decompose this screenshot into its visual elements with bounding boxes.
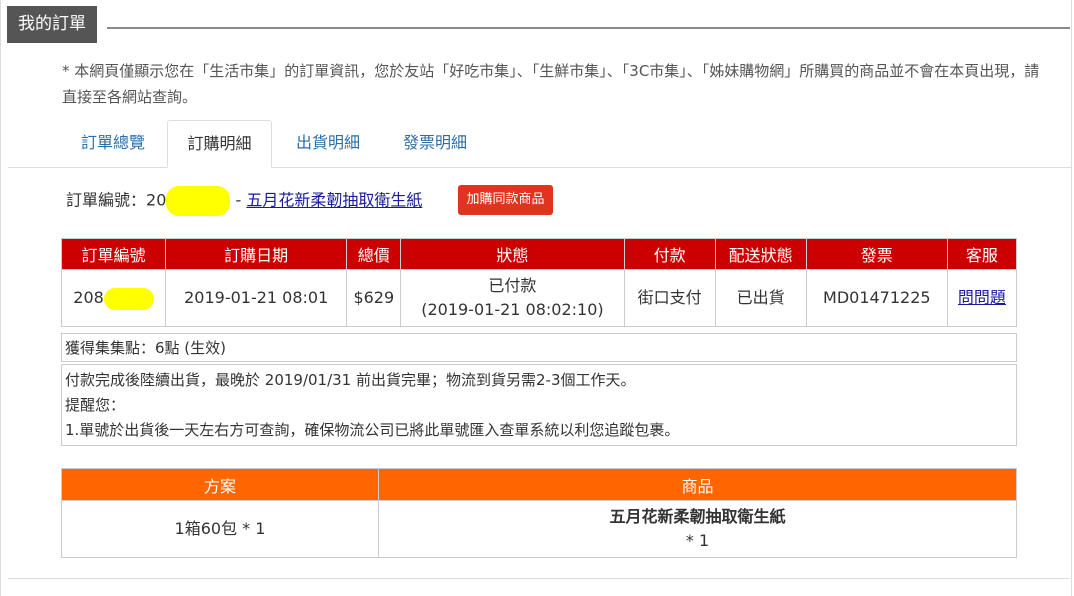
tab-order-overview[interactable]: 訂單總覽 <box>63 120 163 166</box>
order-number-cell-text: 208 <box>73 288 104 307</box>
redaction-mark <box>103 287 154 310</box>
product-name: 五月花新柔韌抽取衛生紙 <box>609 507 786 526</box>
order-number-cell: 208 <box>60 269 167 327</box>
site-notice: * 本網頁僅顯示您在「生活市集」的訂單資訊，您於友站「好吃市集」、「生鮮市集」、… <box>62 62 1040 106</box>
order-number-line: 訂單編號：20 - 五月花新柔韌抽取衛生紙 <box>66 186 422 216</box>
ask-question-link[interactable]: 問問題 <box>958 288 1006 307</box>
total-cell: $629 <box>346 269 402 327</box>
title-divider <box>107 27 1070 29</box>
product-link[interactable]: 五月花新柔韌抽取衛生紙 <box>246 191 422 210</box>
order-number-value: 20 <box>146 190 167 210</box>
plan-table: 方案 商品 1箱60包 * 1 五月花新柔韌抽取衛生紙 * 1 <box>61 468 1017 558</box>
col-total: 總價 <box>346 238 402 270</box>
plan-table-header-row: 方案 商品 <box>61 468 1017 501</box>
redaction-mark <box>166 186 231 216</box>
order-number-label: 訂單編號： <box>66 190 147 210</box>
delivery-cell: 已出貨 <box>714 269 807 327</box>
order-table: 訂單編號 訂購日期 總價 狀態 付款 配送狀態 發票 客服 208 2019-0… <box>60 238 1018 327</box>
rebuy-button[interactable]: 加購同款商品 <box>458 185 553 215</box>
col-plan: 方案 <box>61 468 379 501</box>
col-service: 客服 <box>946 238 1018 270</box>
col-payment: 付款 <box>623 238 716 270</box>
payment-cell: 街口支付 <box>623 269 716 327</box>
status-time: (2019-01-21 08:02:10) <box>421 300 604 319</box>
page-title: 我的訂單 <box>7 6 97 43</box>
status-cell: 已付款 (2019-01-21 08:02:10) <box>400 269 625 327</box>
status-text: 已付款 <box>488 276 537 295</box>
shipping-note-line: 1.單號於出貨後一天左右方可查詢，確保物流公司已將此單號匯入查單系統以利您追蹤包… <box>65 421 680 439</box>
shipping-notes: 付款完成後陸續出貨，最晚於 2019/01/31 前出貨完畢；物流到貨另需2-3… <box>61 364 1017 446</box>
order-separator: - <box>230 190 247 210</box>
invoice-cell: MD01471225 <box>805 269 948 327</box>
table-row: 208 2019-01-21 08:01 $629 已付款 (2019-01-2… <box>60 269 1018 327</box>
shipping-note-line: 提醒您： <box>65 396 126 414</box>
bottom-divider <box>8 578 1070 579</box>
tab-shipping-details[interactable]: 出貨明細 <box>278 120 378 166</box>
order-table-header-row: 訂單編號 訂購日期 總價 狀態 付款 配送狀態 發票 客服 <box>60 238 1018 270</box>
shipping-note-line: 付款完成後陸續出貨，最晚於 2019/01/31 前出貨完畢；物流到貨另需2-3… <box>65 371 636 389</box>
col-product: 商品 <box>378 468 1017 501</box>
product-qty: * 1 <box>685 531 710 550</box>
tab-order-details[interactable]: 訂購明細 <box>167 120 272 168</box>
tab-invoice-details[interactable]: 發票明細 <box>385 120 485 166</box>
table-row: 1箱60包 * 1 五月花新柔韌抽取衛生紙 * 1 <box>61 500 1017 558</box>
order-tabs: 訂單總覽 訂購明細 出貨明細 發票明細 <box>8 120 1072 168</box>
col-invoice: 發票 <box>805 238 948 270</box>
order-date-cell: 2019-01-21 08:01 <box>165 269 348 327</box>
col-status: 狀態 <box>400 238 625 270</box>
points-info: 獲得集集點：6點 (生效) <box>61 333 1017 362</box>
service-cell: 問問題 <box>946 269 1018 327</box>
plan-cell: 1箱60包 * 1 <box>61 500 379 558</box>
col-delivery: 配送狀態 <box>714 238 807 270</box>
product-cell: 五月花新柔韌抽取衛生紙 * 1 <box>378 500 1017 558</box>
col-order-date: 訂購日期 <box>165 238 348 270</box>
col-order-number: 訂單編號 <box>60 238 167 270</box>
